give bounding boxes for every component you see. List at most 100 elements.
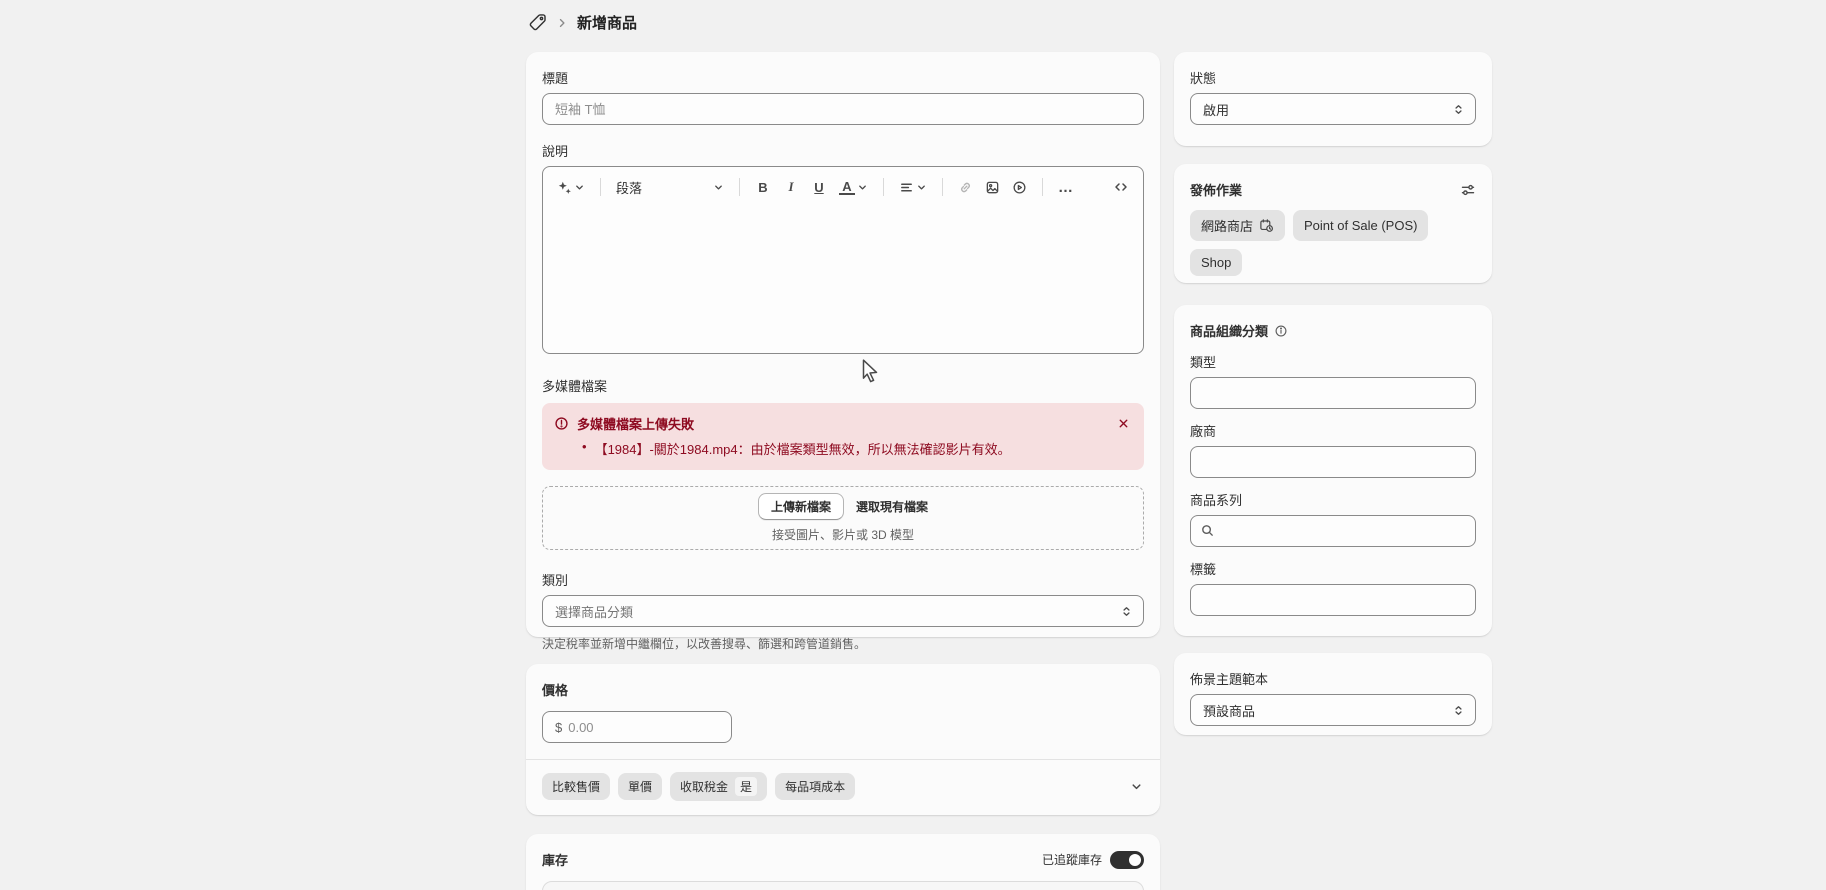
unit-price-badge[interactable]: 單價 xyxy=(618,773,662,800)
vendor-label: 廠商 xyxy=(1190,421,1476,440)
alignment-button[interactable] xyxy=(895,177,931,198)
tag-icon[interactable] xyxy=(528,13,547,32)
upload-new-file-button[interactable]: 上傳新檔案 xyxy=(758,493,844,520)
chevron-down-icon xyxy=(916,182,927,193)
inventory-table-header xyxy=(542,881,1144,890)
status-card: 狀態 啟用 xyxy=(1174,52,1492,146)
category-label: 類別 xyxy=(542,570,1144,589)
charge-tax-value: 是 xyxy=(735,777,757,796)
publishing-card: 發佈作業 網路商店 Point of Sale (POS) Shop xyxy=(1174,164,1492,283)
category-help-text: 決定稅率並新增中繼欄位，以改善搜尋、篩選和跨管道銷售。 xyxy=(542,635,1144,652)
chevron-down-icon xyxy=(857,182,868,193)
upload-hint: 接受圖片、影片或 3D 模型 xyxy=(772,526,914,543)
align-left-icon xyxy=(899,180,914,195)
select-updown-icon xyxy=(1452,103,1465,116)
underline-icon: U xyxy=(811,180,827,195)
toolbar-separator xyxy=(600,178,601,196)
underline-button[interactable]: U xyxy=(807,177,831,198)
cost-per-item-badge[interactable]: 每品項成本 xyxy=(775,773,855,800)
theme-template-card: 佈景主題範本 預設商品 xyxy=(1174,653,1492,735)
channel-shop-badge[interactable]: Shop xyxy=(1190,249,1242,276)
image-icon xyxy=(985,180,1000,195)
inventory-tracked-label: 已追蹤庫存 xyxy=(1042,851,1102,868)
breadcrumb: 新增商品 xyxy=(528,12,637,33)
toolbar-separator xyxy=(883,178,884,196)
inventory-card: 庫存 已追蹤庫存 xyxy=(526,834,1160,890)
select-existing-file-button[interactable]: 選取現有檔案 xyxy=(856,498,928,515)
category-select[interactable]: 選擇商品分類 xyxy=(542,595,1144,627)
toolbar-separator xyxy=(942,178,943,196)
sparkle-icon xyxy=(557,180,572,195)
paragraph-style-label: 段落 xyxy=(616,178,642,197)
price-field[interactable]: $ xyxy=(542,711,732,743)
chevron-down-icon xyxy=(574,182,585,193)
type-input[interactable] xyxy=(1190,377,1476,409)
ai-sparkle-button[interactable] xyxy=(553,177,589,198)
media-upload-error-banner: 多媒體檔案上傳失敗 • 【1984】-關於1984.mp4：由於檔案類型無效，所… xyxy=(542,403,1144,470)
pricing-badges-row: 比較售價 單價 收取稅金 是 每品項成本 xyxy=(526,760,1160,813)
chevron-right-icon xyxy=(556,17,568,29)
sliders-icon[interactable] xyxy=(1460,182,1476,198)
pricing-card: 價格 $ 比較售價 單價 收取稅金 是 每品項成本 xyxy=(526,664,1160,815)
close-icon[interactable] xyxy=(1115,415,1132,432)
status-select-value: 啟用 xyxy=(1203,100,1229,119)
insert-image-button[interactable] xyxy=(981,177,1004,198)
toolbar-separator xyxy=(739,178,740,196)
currency-prefix: $ xyxy=(555,720,562,735)
media-label: 多媒體檔案 xyxy=(542,376,1144,395)
insert-video-button[interactable] xyxy=(1008,177,1031,198)
code-icon xyxy=(1113,179,1129,195)
channel-label: Point of Sale (POS) xyxy=(1304,218,1417,233)
italic-button[interactable]: I xyxy=(779,176,803,198)
theme-template-label: 佈景主題範本 xyxy=(1190,669,1476,688)
page-title: 新增商品 xyxy=(577,12,637,33)
error-bullet: • xyxy=(582,439,587,458)
toggle-knob xyxy=(1129,854,1141,866)
expand-pricing-icon[interactable] xyxy=(1129,779,1144,794)
channel-online-store-badge[interactable]: 網路商店 xyxy=(1190,210,1285,241)
alert-circle-icon xyxy=(554,416,569,431)
description-label: 說明 xyxy=(542,141,1144,160)
theme-template-value: 預設商品 xyxy=(1203,701,1255,720)
organization-title: 商品組織分類 xyxy=(1190,321,1268,340)
error-detail: 【1984】-關於1984.mp4：由於檔案類型無效，所以無法確認影片有效。 xyxy=(595,439,1011,458)
title-label: 標題 xyxy=(542,68,1144,87)
link-button[interactable] xyxy=(954,177,977,198)
search-icon xyxy=(1200,523,1215,538)
media-dropzone[interactable]: 上傳新檔案 選取現有檔案 接受圖片、影片或 3D 模型 xyxy=(542,486,1144,550)
error-title: 多媒體檔案上傳失敗 xyxy=(577,414,1107,433)
vendor-input[interactable] xyxy=(1190,446,1476,478)
product-info-card: 標題 說明 段落 B I U A xyxy=(526,52,1160,637)
inventory-tracked-toggle[interactable] xyxy=(1110,851,1144,869)
theme-template-select[interactable]: 預設商品 xyxy=(1190,694,1476,726)
more-options-button[interactable]: … xyxy=(1054,179,1078,196)
description-textarea[interactable] xyxy=(543,207,1143,354)
price-input[interactable] xyxy=(568,720,719,735)
play-circle-icon xyxy=(1012,180,1027,195)
publishing-title: 發佈作業 xyxy=(1190,180,1242,199)
select-updown-icon xyxy=(1120,605,1133,618)
collections-input[interactable] xyxy=(1190,515,1476,547)
info-icon[interactable] xyxy=(1274,324,1288,338)
text-color-button[interactable]: A xyxy=(835,177,872,198)
link-icon xyxy=(958,180,973,195)
collections-label: 商品系列 xyxy=(1190,490,1476,509)
bold-button[interactable]: B xyxy=(751,177,775,198)
select-updown-icon xyxy=(1452,704,1465,717)
show-html-button[interactable] xyxy=(1109,176,1133,198)
paragraph-style-dropdown[interactable]: 段落 xyxy=(612,175,728,200)
charge-tax-badge[interactable]: 收取稅金 是 xyxy=(670,772,767,801)
rich-text-editor: 段落 B I U A xyxy=(542,166,1144,354)
title-input[interactable] xyxy=(542,93,1144,125)
status-select[interactable]: 啟用 xyxy=(1190,93,1476,125)
category-select-value: 選擇商品分類 xyxy=(555,602,633,621)
calendar-clock-icon xyxy=(1259,218,1274,233)
editor-toolbar: 段落 B I U A xyxy=(543,167,1143,207)
type-label: 類型 xyxy=(1190,352,1476,371)
compare-at-price-badge[interactable]: 比較售價 xyxy=(542,773,610,800)
tags-input[interactable] xyxy=(1190,584,1476,616)
channel-pos-badge[interactable]: Point of Sale (POS) xyxy=(1293,210,1428,241)
tags-label: 標籤 xyxy=(1190,559,1476,578)
italic-icon: I xyxy=(783,179,799,195)
charge-tax-label: 收取稅金 xyxy=(680,778,728,795)
